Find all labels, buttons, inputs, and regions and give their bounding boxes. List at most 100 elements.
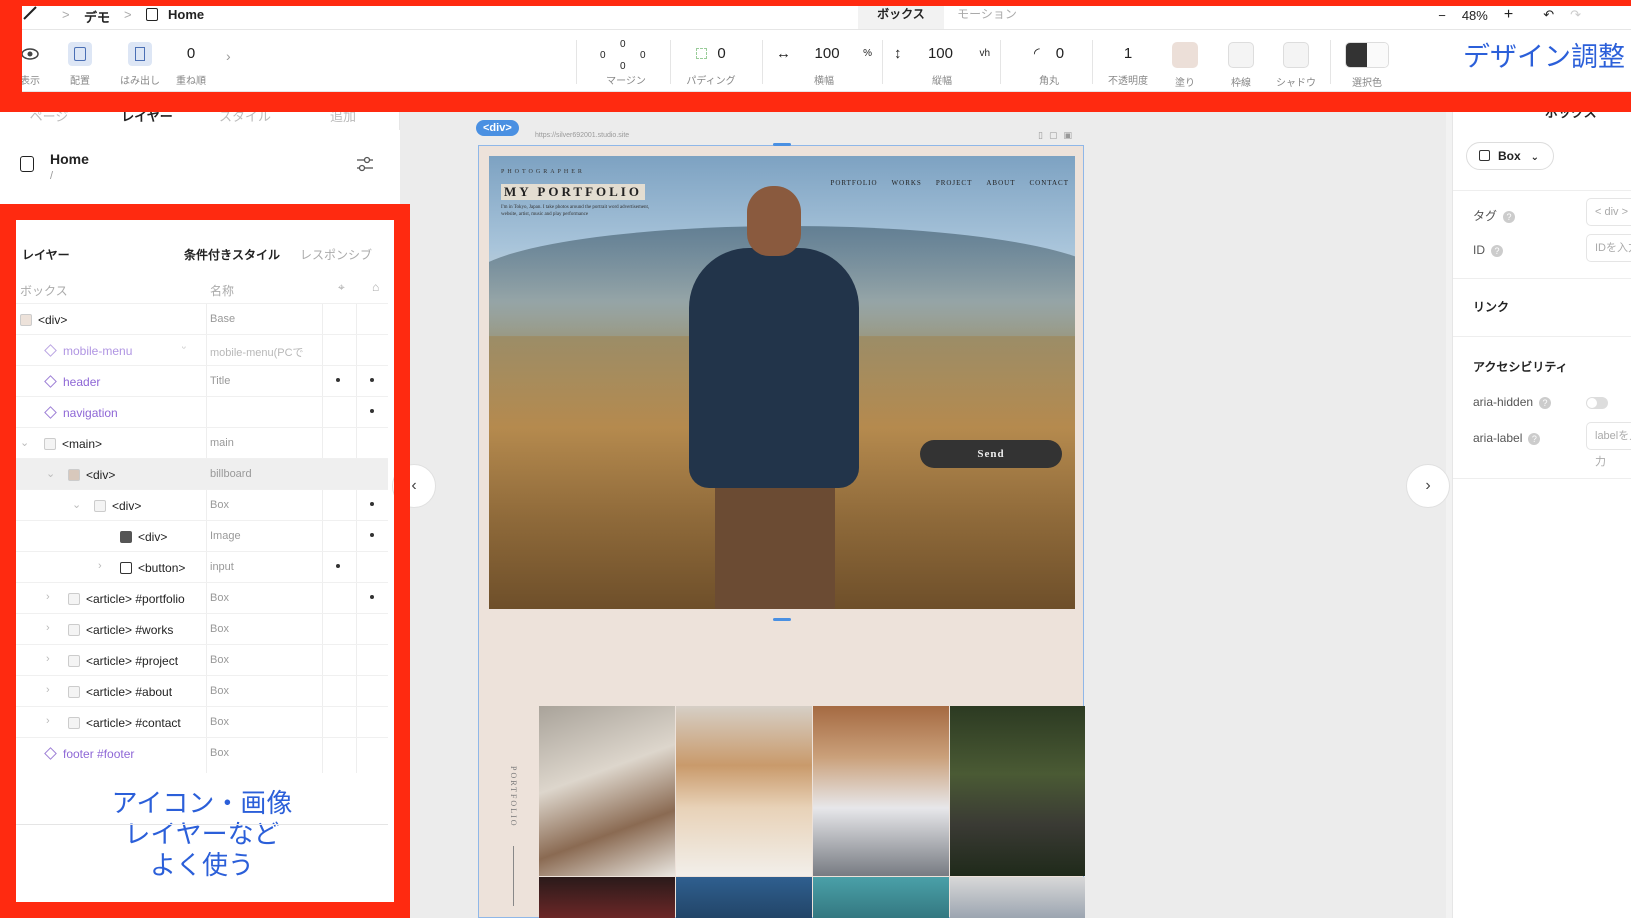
hidden-eye-icon[interactable]: ᵕ [182,343,186,354]
send-button[interactable]: Send [920,440,1062,468]
breadcrumb-page[interactable]: Home [168,7,204,22]
link-section[interactable]: リンク [1473,298,1509,315]
chevron-right-icon[interactable]: › [46,591,50,603]
prev-button[interactable]: ‹ [392,464,436,508]
padding-value[interactable]: 0 [717,45,725,62]
pin-icon[interactable]: ⌖ [338,280,345,295]
layer-row-selected[interactable]: ⌄ <div> billboard [16,458,388,489]
sliders-icon[interactable] [356,156,374,177]
help-icon[interactable]: ? [1539,397,1552,409]
height-value[interactable]: 100 [928,45,953,62]
shadow-swatch[interactable] [1283,42,1309,68]
help-icon[interactable]: ? [1503,211,1516,223]
fill-swatch[interactable] [1172,42,1198,68]
pen-icon[interactable] [22,5,38,26]
zorder-value[interactable]: 0 [176,42,206,66]
aria-label-input[interactable]: labelを入力 [1586,422,1631,468]
lock-icon[interactable]: ⌂ [372,280,379,294]
hero-image[interactable]: PHOTOGRAPHER MY PORTFOLIO I'm in Tokyo, … [489,156,1075,609]
chevron-right-icon[interactable]: › [46,622,50,634]
layer-row[interactable]: › <article> #contact Box [16,706,388,737]
border-swatch[interactable] [1228,42,1254,68]
box-type-select[interactable]: Box ⌄ [1466,142,1554,170]
responsive-tab[interactable]: レスポンシブ [300,246,372,263]
portfolio-image[interactable] [539,877,675,918]
layer-row[interactable]: › <button> input [16,551,388,582]
resize-handle-top[interactable] [773,143,791,146]
portfolio-image[interactable] [950,706,1085,876]
chevron-right-icon[interactable]: › [98,560,102,572]
help-icon[interactable]: ? [1491,245,1503,257]
layer-row[interactable]: ⌄ <main> main [16,427,388,458]
undo-button[interactable]: ↶ [1543,7,1554,23]
frame-tools[interactable]: ▯▢▣ [1038,130,1078,141]
page-title[interactable]: Home [50,151,89,167]
nav-works[interactable]: WORKS [892,179,922,187]
conditional-style-tab[interactable]: 条件付きスタイル [184,246,280,263]
margin-left[interactable]: 0 [600,50,606,61]
margin-right[interactable]: 0 [640,50,646,61]
portfolio-image[interactable] [676,877,812,918]
site-preview[interactable]: PHOTOGRAPHER MY PORTFOLIO I'm in Tokyo, … [478,143,1085,918]
nav-about[interactable]: ABOUT [986,179,1015,187]
tag-select[interactable]: < div > [1586,198,1631,226]
width-tool[interactable]: ↔ 100 % 横幅 [776,42,872,87]
margin-tool[interactable]: 0 0 0 0 マージン [596,39,656,87]
opacity-value[interactable]: 1 [1104,42,1152,66]
width-value[interactable]: 100 [815,45,840,62]
layer-row[interactable]: › <article> #about Box [16,675,388,706]
layer-row[interactable]: › <article> #works Box [16,613,388,644]
chevron-right-icon[interactable]: › [226,48,231,64]
layer-row[interactable]: header Title [16,365,388,396]
shadow-tool[interactable]: シャドウ [1276,42,1316,89]
chevron-down-icon[interactable]: ⌄ [72,498,81,511]
padding-tool[interactable]: 0 パディング [686,42,736,87]
id-input[interactable]: IDを入力 [1586,234,1631,262]
opacity-tool[interactable]: 1 不透明度 [1104,42,1152,87]
nav-contact[interactable]: CONTACT [1030,179,1070,187]
radius-value[interactable]: 0 [1056,45,1064,62]
layer-row[interactable]: mobile-menu mobile-menu(PCで ᵕ [16,334,388,365]
margin-top[interactable]: 0 [620,39,626,50]
breadcrumb-project[interactable]: デモ [84,7,110,26]
layer-row[interactable]: navigation [16,396,388,427]
nav-project[interactable]: PROJECT [936,179,973,187]
radius-tool[interactable]: ◜ 0 角丸 [1014,42,1084,87]
border-tool[interactable]: 枠線 [1226,42,1256,89]
resize-handle-bottom[interactable] [773,618,791,621]
aria-hidden-toggle[interactable] [1586,397,1608,409]
chevron-right-icon[interactable]: › [46,684,50,696]
chevron-right-icon[interactable]: › [46,715,50,727]
help-icon[interactable]: ? [1528,433,1541,445]
chevron-right-icon[interactable]: › [46,653,50,665]
chevron-down-icon[interactable]: ⌄ [20,436,29,449]
width-unit[interactable]: % [863,42,872,66]
nav-portfolio[interactable]: PORTFOLIO [830,179,877,187]
layer-row[interactable]: › <article> #project Box [16,644,388,675]
portfolio-image[interactable] [539,706,675,876]
height-unit[interactable]: vh [979,42,990,66]
placement-tool[interactable]: 配置 [68,42,92,87]
layer-row[interactable]: <div> Image [16,520,388,551]
chevron-down-icon[interactable]: ⌄ [46,467,55,480]
layer-row[interactable]: <div> Base [16,303,388,334]
zoom-value[interactable]: 48% [1462,8,1488,23]
redo-button[interactable]: ↷ [1570,7,1581,23]
margin-bottom[interactable]: 0 [620,61,626,72]
overflow-tool[interactable]: はみ出し [120,42,160,87]
selection-color-toggle[interactable] [1345,42,1389,68]
layer-row[interactable]: ⌄ <div> Box [16,489,388,520]
portfolio-image[interactable] [813,706,949,876]
portfolio-image[interactable] [813,877,949,918]
tab-motion[interactable]: モーション [944,3,1030,29]
height-tool[interactable]: ↕ 100 vh 縦幅 [894,42,990,87]
zoom-out-button[interactable]: − [1438,8,1446,23]
fill-tool[interactable]: 塗り [1170,42,1200,89]
layer-row[interactable]: footer #footer Box [16,737,388,768]
portfolio-image[interactable] [676,706,812,876]
tab-box[interactable]: ボックス [858,3,944,29]
selection-color-tool[interactable]: 選択色 [1344,42,1390,89]
zorder-tool[interactable]: 0 重ね順 [176,42,206,87]
zoom-in-button[interactable]: + [1504,6,1513,24]
next-button[interactable]: › [1406,464,1450,508]
